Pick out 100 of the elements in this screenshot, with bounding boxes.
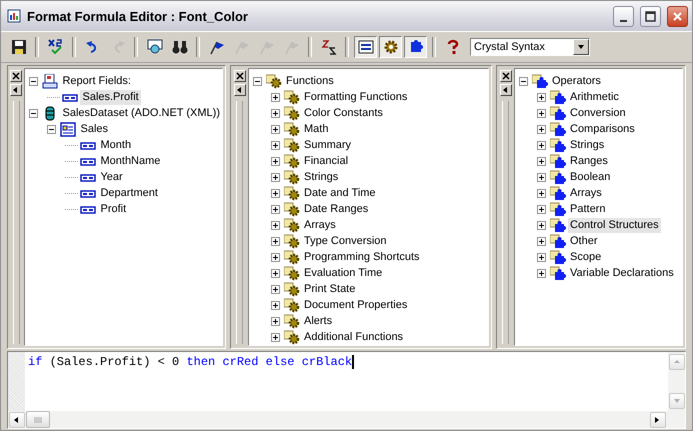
pane-grip[interactable]	[236, 101, 243, 344]
expand-button[interactable]	[537, 236, 546, 246]
functions-button[interactable]	[379, 36, 402, 58]
app-icon	[7, 9, 21, 23]
pane-grip[interactable]	[502, 101, 509, 344]
collapse-pane-button[interactable]	[234, 84, 246, 96]
tree-item[interactable]: Boolean	[568, 170, 612, 184]
tree-item[interactable]: Functions	[284, 74, 336, 88]
plus-icon	[538, 142, 545, 148]
expand-button[interactable]	[271, 220, 280, 230]
puzzle-folder-icon	[550, 218, 566, 232]
tree-item[interactable]: Operators	[550, 74, 603, 88]
collapse-button[interactable]	[519, 76, 528, 86]
expand-button[interactable]	[537, 156, 546, 166]
tree-item[interactable]: Profit	[98, 202, 128, 216]
close-pane-button[interactable]	[234, 70, 246, 82]
tree-item[interactable]: Date and Time	[302, 186, 378, 200]
expand-button[interactable]	[271, 236, 280, 246]
expand-button[interactable]	[271, 172, 280, 182]
tree-item[interactable]: Alerts	[302, 314, 334, 328]
close-button[interactable]	[667, 6, 688, 26]
tree-item[interactable]: Type Conversion	[302, 234, 389, 248]
tree-item[interactable]: Summary	[302, 138, 354, 152]
tree-item[interactable]: Color Constants	[302, 106, 385, 120]
tree-item[interactable]: Conversion	[568, 106, 628, 120]
tree-item[interactable]: Document Properties	[302, 298, 410, 312]
expand-button[interactable]	[271, 124, 280, 134]
expand-button[interactable]	[537, 140, 546, 150]
tree-item[interactable]: Variable Declarations	[568, 266, 676, 280]
tree-item[interactable]: Strings	[568, 138, 606, 152]
scroll-left-button[interactable]	[9, 412, 25, 428]
tree-item[interactable]: Report Fields:	[60, 74, 133, 88]
expand-button[interactable]	[271, 284, 280, 294]
expand-button[interactable]	[271, 92, 280, 102]
fields-button[interactable]	[354, 36, 377, 58]
expand-button[interactable]	[271, 268, 280, 278]
tree-item[interactable]: Other	[568, 234, 600, 248]
maximize-button[interactable]	[640, 6, 661, 26]
tree-item[interactable]: Scope	[568, 250, 604, 264]
tree-item[interactable]: SalesDataset (ADO.NET (XML))	[60, 106, 222, 120]
pane-grip[interactable]	[12, 101, 20, 344]
expand-button[interactable]	[271, 108, 280, 118]
tree-item[interactable]: Date Ranges	[302, 202, 370, 216]
collapse-button[interactable]	[47, 124, 56, 134]
collapse-button[interactable]	[29, 76, 38, 86]
scroll-right-button[interactable]	[650, 412, 666, 428]
puzzle-folder-icon	[550, 138, 566, 152]
collapse-pane-button[interactable]	[10, 84, 22, 96]
tree-item[interactable]: Arithmetic	[568, 90, 621, 104]
tree-item[interactable]: Sales	[78, 122, 110, 136]
horizontal-scrollbar[interactable]	[8, 411, 685, 428]
tree-item[interactable]: Year	[98, 170, 125, 184]
expand-button[interactable]	[537, 188, 546, 198]
plus-icon	[272, 206, 279, 212]
expand-button[interactable]	[537, 92, 546, 102]
expand-button[interactable]	[271, 300, 280, 310]
expand-button[interactable]	[271, 140, 280, 150]
collapse-pane-button[interactable]	[500, 84, 512, 96]
expand-button[interactable]	[537, 204, 546, 214]
expand-button[interactable]	[537, 124, 546, 134]
tree-item[interactable]: Additional Functions	[302, 330, 406, 344]
expand-button[interactable]	[537, 172, 546, 182]
collapse-button[interactable]	[253, 76, 262, 86]
tree-item[interactable]: Arrays	[302, 218, 338, 232]
tree-item[interactable]: Strings	[302, 170, 340, 184]
tree-item[interactable]: Evaluation Time	[302, 266, 384, 280]
tree-item[interactable]: Sales.Profit	[80, 90, 141, 104]
expand-button[interactable]	[271, 332, 280, 342]
tree-item[interactable]: Financial	[302, 154, 350, 168]
expand-button[interactable]	[537, 220, 546, 230]
tree-item[interactable]: Formatting Functions	[302, 90, 410, 104]
tree-item[interactable]: MonthName	[98, 154, 162, 168]
close-pane-button[interactable]	[500, 70, 512, 82]
expand-button[interactable]	[271, 252, 280, 262]
expand-button[interactable]	[271, 204, 280, 214]
expand-button[interactable]	[537, 252, 546, 262]
tree-item[interactable]: Department	[98, 186, 160, 200]
scroll-thumb[interactable]	[26, 411, 50, 428]
expand-button[interactable]	[537, 268, 546, 278]
minimize-button[interactable]	[613, 6, 634, 26]
tree-item[interactable]: Print State	[302, 282, 358, 296]
close-pane-button[interactable]	[10, 70, 22, 82]
expand-button[interactable]	[537, 108, 546, 118]
tree-item[interactable]: Programming Shortcuts	[302, 250, 422, 264]
tree-item[interactable]: Comparisons	[568, 122, 637, 136]
tree-item[interactable]: Ranges	[568, 154, 610, 168]
tree-item[interactable]: Pattern	[568, 202, 608, 216]
tree-item[interactable]: Arrays	[568, 186, 604, 200]
expand-button[interactable]	[271, 156, 280, 166]
collapse-button[interactable]	[29, 108, 38, 118]
operators-button[interactable]	[404, 36, 427, 58]
expand-button[interactable]	[271, 188, 280, 198]
plus-icon	[272, 270, 279, 276]
syntax-dropdown[interactable]: Crystal Syntax	[470, 38, 590, 56]
plus-icon	[538, 126, 545, 132]
tree-item[interactable]: Control Structures	[568, 218, 661, 232]
tree-item[interactable]: Math	[302, 122, 330, 136]
expand-button[interactable]	[271, 316, 280, 326]
gear-folder-icon	[284, 330, 300, 344]
tree-item[interactable]: Month	[98, 138, 134, 152]
